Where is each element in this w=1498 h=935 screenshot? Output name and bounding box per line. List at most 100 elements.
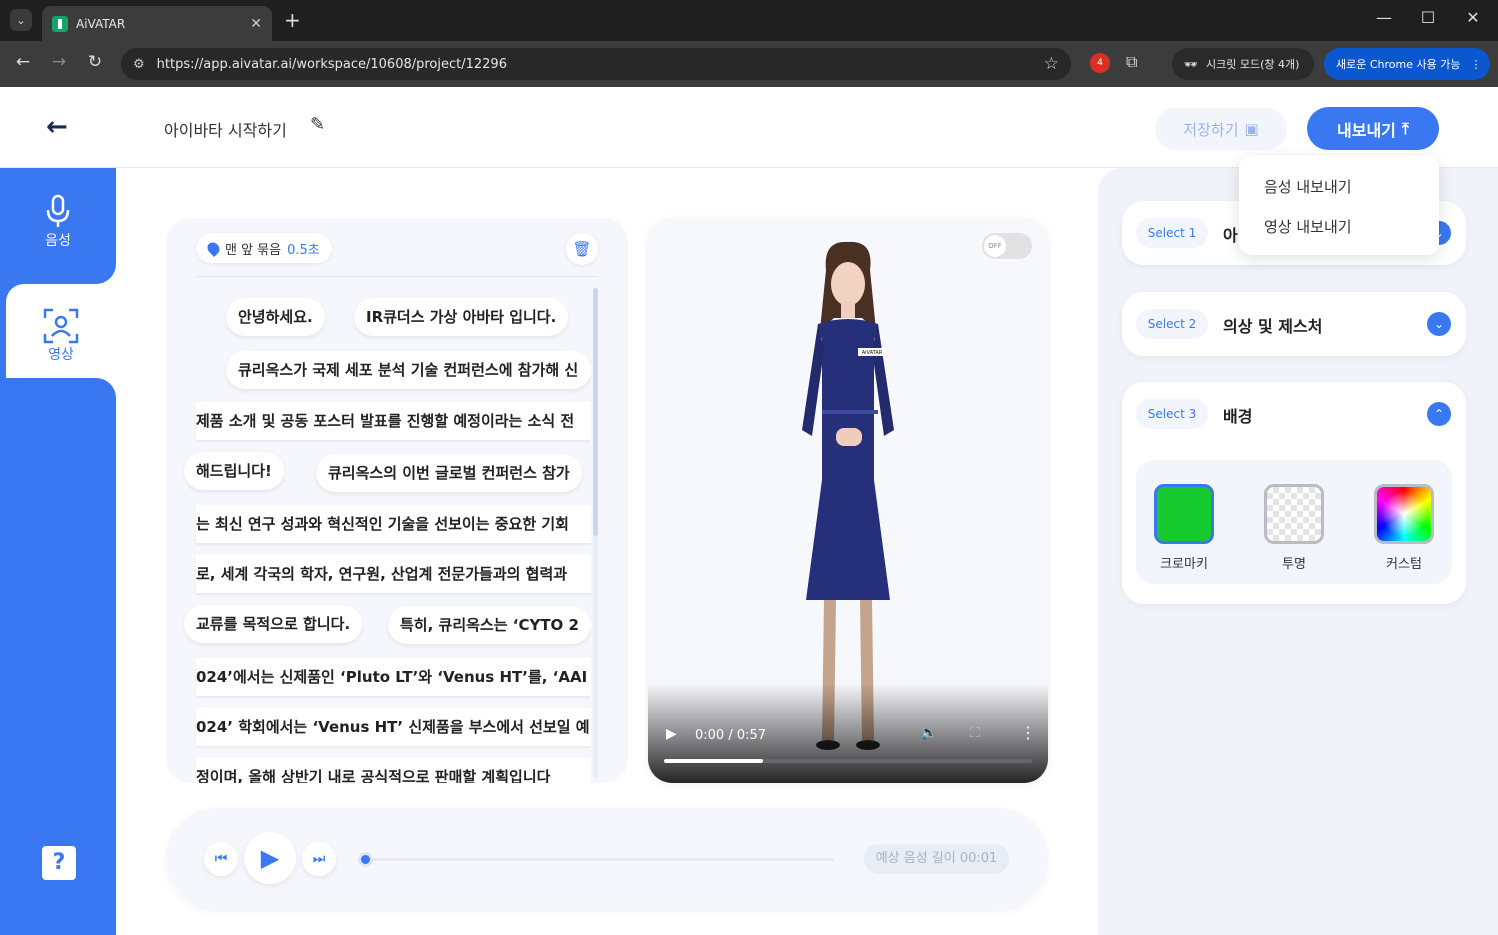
background-options: 크로마키 투명 커스텀 [1136,460,1452,584]
section-outfit[interactable]: Select 2 의상 및 제스처 ⌄ [1122,292,1466,356]
background-option-chroma[interactable]: 크로마키 [1154,484,1214,572]
chroma-swatch [1154,484,1214,544]
browser-tab[interactable]: AiVATAR ✕ [42,6,272,41]
video-preview[interactable]: OFF AiVATAR ▶ 0:00 / 0:57 🔈 ⛶ ⋮ [648,218,1048,783]
script-body[interactable]: 안녕하세요. IR큐더스 가상 아바타 입니다. 큐리옥스가 국제 세포 분석 … [166,290,591,783]
browser-toolbar: ← → ↻ ⚙ https://app.aivatar.ai/workspace… [0,41,1498,87]
sentence-chip[interactable]: 024’에서는 신제품인 ‘Pluto LT’와 ‘Venus HT’를, ‘A… [196,658,591,696]
more-vert-icon: ⋮ [1470,57,1482,71]
sidebar-item-label: 음성 [45,233,71,249]
sentence-chip[interactable]: 큐리옥스의 이번 글로벌 컨퍼런스 참가 [316,454,582,492]
sentence-chip[interactable]: 제품 소개 및 공동 포스터 발표를 진행할 예정이라는 소식 전 [196,402,591,440]
section-background[interactable]: Select 3 배경 ⌃ 크로마키 투명 커스텀 [1122,382,1466,604]
select-badge: Select 3 [1136,399,1208,429]
tab-title: AiVATAR [76,16,126,31]
sentence-chip[interactable]: 는 최신 연구 성과와 혁신적인 기술을 선보이는 중요한 기회 [196,505,591,543]
background-option-transparent[interactable]: 투명 [1264,484,1324,572]
extension-icon[interactable]: 4 [1090,53,1110,73]
sidebar-item-voice[interactable]: 음성 [0,194,116,250]
reload-icon[interactable]: ↻ [83,52,107,72]
pause-drop-icon [205,239,222,257]
script-scrollbar[interactable] [593,288,598,778]
incognito-indicator[interactable]: 🕶 시크릿 모드(창 4개) [1172,48,1314,80]
background-label: 커스텀 [1386,557,1422,572]
chrome-update-button[interactable]: 새로운 Chrome 사용 가능 ⋮ [1324,48,1490,80]
edit-pencil-icon[interactable]: ✎ [310,114,325,135]
sidebar-notch [0,264,116,284]
transparent-swatch [1264,484,1324,544]
maximize-icon[interactable]: ☐ [1408,8,1448,27]
sentence-chip[interactable]: 024’ 학회에서는 ‘Venus HT’ 신제품을 부스에서 선보일 예 [196,708,591,746]
export-audio-item[interactable]: 음성 내보내기 [1264,176,1352,197]
back-arrow-icon[interactable]: ← [46,112,68,142]
face-scan-icon [6,308,116,344]
chevron-down-icon[interactable]: ⌄ [1427,312,1451,336]
section-title: 배경 [1223,407,1253,426]
audio-seek-thumb[interactable] [358,852,373,867]
new-tab-icon[interactable]: + [284,9,301,31]
minimize-icon[interactable]: — [1364,8,1404,27]
rainbow-swatch [1374,484,1434,544]
sentence-chip[interactable]: 정이며, 올해 상반기 내로 공식적으로 판매할 계획입니다 [196,758,591,783]
off-toggle[interactable]: OFF [982,233,1032,259]
sentence-chip[interactable]: 교류를 목적으로 합니다. [184,605,363,643]
export-button[interactable]: 내보내기 ⤒ [1307,107,1439,150]
select-badge: Select 2 [1136,309,1208,339]
more-options-icon[interactable]: ⋮ [1020,723,1036,742]
divider [196,276,598,277]
tab-close-icon[interactable]: ✕ [250,16,262,32]
video-time: 0:00 / 0:57 [695,728,767,743]
upload-icon: ⤒ [1401,118,1409,138]
browser-tabbar: ⌄ AiVATAR ✕ + — ☐ ✕ [0,0,1498,41]
video-progress[interactable] [664,759,1032,763]
trash-icon[interactable]: 🗑 [566,233,598,265]
incognito-label: 시크릿 모드(창 4개) [1205,58,1300,71]
tab-list-icon[interactable]: ⌄ [10,9,32,31]
incognito-icon: 🕶 [1184,57,1198,71]
play-icon[interactable]: ▶ [244,832,296,884]
select-badge: Select 1 [1136,218,1208,248]
pause-chip[interactable]: 맨 앞 묶음 0.5초 [196,233,332,263]
sentence-chip[interactable]: 해드립니다! [184,452,284,490]
save-button[interactable]: 저장하기 ▣ [1155,108,1287,150]
fullscreen-icon[interactable]: ⛶ [970,725,980,741]
video-progress-fill [664,759,764,763]
sentence-chip[interactable]: 안녕하세요. [226,298,325,336]
forward-icon[interactable]: → [47,52,71,72]
sentence-chip[interactable]: 특히, 큐리옥스는 ‘CYTO 2 [388,606,591,644]
back-icon[interactable]: ← [11,52,35,72]
video-play-icon[interactable]: ▶ [666,726,677,742]
sentence-chip[interactable]: 큐리옥스가 국제 세포 분석 기술 컨퍼런스에 참가해 신 [226,351,591,389]
section-title: 아 [1223,226,1238,245]
pause-label: 맨 앞 묶음 [225,242,282,258]
export-video-item[interactable]: 영상 내보내기 [1264,216,1352,237]
chevron-up-icon[interactable]: ⌃ [1427,402,1451,426]
bookmark-star-icon[interactable]: ☆ [1044,54,1059,74]
sidebar-item-label: 영상 [48,347,74,363]
background-label: 투명 [1282,557,1306,572]
address-bar[interactable]: ⚙ https://app.aivatar.ai/workspace/10608… [121,48,1071,80]
background-option-custom[interactable]: 커스텀 [1374,484,1434,572]
export-label: 내보내기 [1337,120,1396,140]
video-controls: ▶ 0:00 / 0:57 🔈 ⛶ ⋮ [648,683,1048,783]
estimated-duration: 예상 음성 길이 00:01 [864,844,1009,874]
scroll-thumb[interactable] [593,288,598,536]
help-icon[interactable]: ? [42,846,76,880]
settings-panel: Select 1 아 ⌄ Select 2 의상 및 제스처 ⌄ Select … [1098,168,1498,935]
volume-icon[interactable]: 🔈 [920,725,937,741]
window-close-icon[interactable]: ✕ [1453,8,1493,27]
site-info-icon[interactable]: ⚙ [133,57,145,72]
extensions-puzzle-icon[interactable]: ⧉ [1126,52,1137,72]
skip-back-icon[interactable]: ⏮ [204,842,238,876]
sentence-chip[interactable]: 로, 세계 각국의 학자, 연구원, 산업계 전문가들과의 협력과 [196,555,591,593]
url-text[interactable]: https://app.aivatar.ai/workspace/10608/p… [157,57,1044,72]
sidebar: 음성 영상 ? [0,168,116,935]
pause-value: 0.5초 [287,242,320,258]
skip-forward-icon[interactable]: ⏭ [302,842,336,876]
section-title: 의상 및 제스처 [1223,317,1323,336]
sentence-chip[interactable]: IR큐더스 가상 아바타 입니다. [354,298,569,336]
project-title: 아이바타 시작하기 [164,121,287,140]
audio-player: ⏮ ▶ ⏭ 예상 음성 길이 00:01 [166,808,1048,910]
audio-seek-bar[interactable] [358,852,834,867]
toggle-label: OFF [984,235,1006,257]
